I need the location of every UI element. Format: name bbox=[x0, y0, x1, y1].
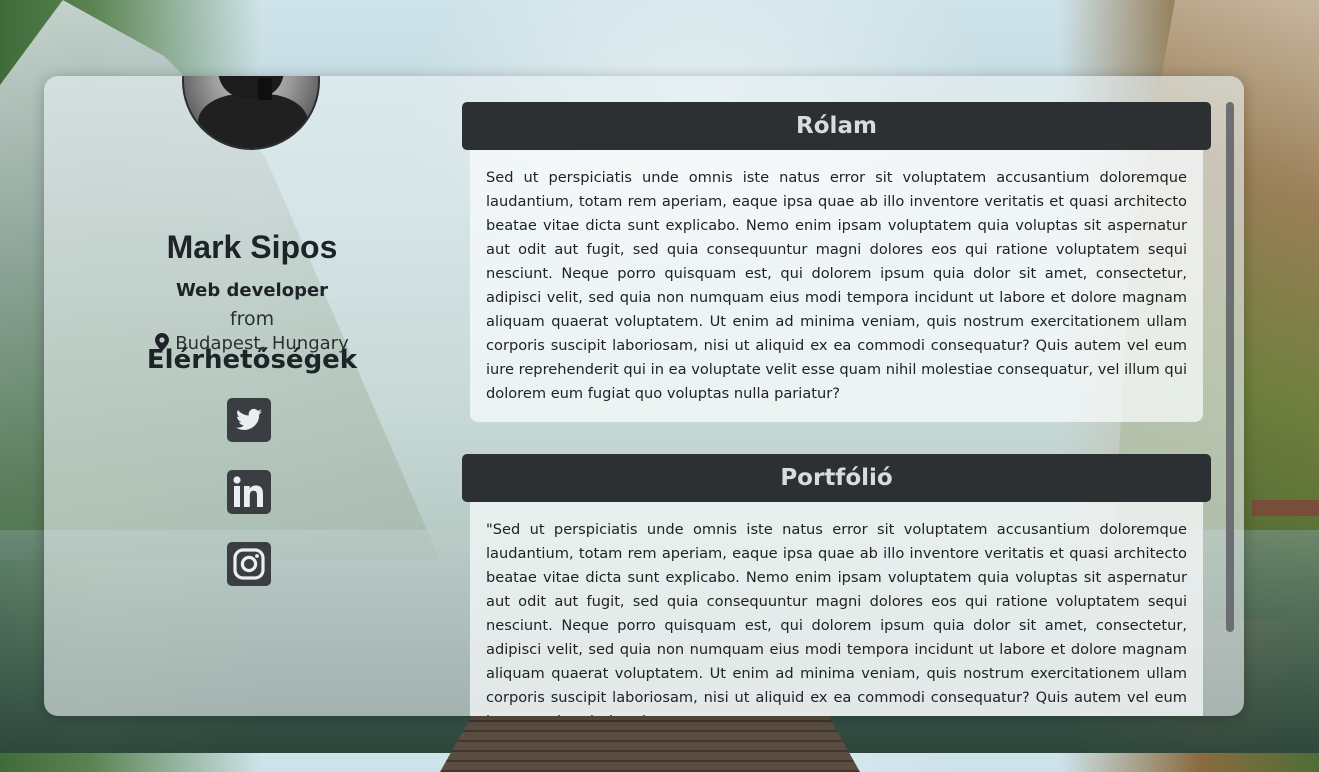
instagram-link[interactable] bbox=[227, 542, 271, 586]
linkedin-icon bbox=[227, 470, 271, 514]
content-panel: Rólam Sed ut perspiciatis unde omnis ist… bbox=[462, 76, 1232, 716]
twitter-link[interactable] bbox=[227, 398, 271, 442]
profile-name: Mark Sipos bbox=[166, 229, 338, 265]
instagram-icon bbox=[227, 542, 271, 586]
profile-from-label: from bbox=[229, 308, 275, 330]
profile-avatar bbox=[182, 76, 320, 150]
content-scrollbar[interactable] bbox=[1226, 102, 1234, 632]
profile-job-title: Web developer bbox=[175, 280, 329, 301]
background-hut bbox=[1252, 500, 1319, 516]
background-dock bbox=[440, 712, 860, 772]
section-header-about: Rólam bbox=[462, 102, 1211, 150]
profile-panel: Mark Sipos Web developer from Budapest, … bbox=[44, 76, 460, 716]
twitter-icon bbox=[227, 398, 271, 442]
section-header-portfolio: Portfólió bbox=[462, 454, 1211, 502]
main-card: Mark Sipos Web developer from Budapest, … bbox=[44, 76, 1244, 716]
section-body-portfolio: "Sed ut perspiciatis unde omnis iste nat… bbox=[470, 502, 1203, 716]
linkedin-link[interactable] bbox=[227, 470, 271, 514]
contacts-title: Elérhetőségek bbox=[146, 345, 358, 375]
section-body-about: Sed ut perspiciatis unde omnis iste natu… bbox=[470, 150, 1203, 422]
